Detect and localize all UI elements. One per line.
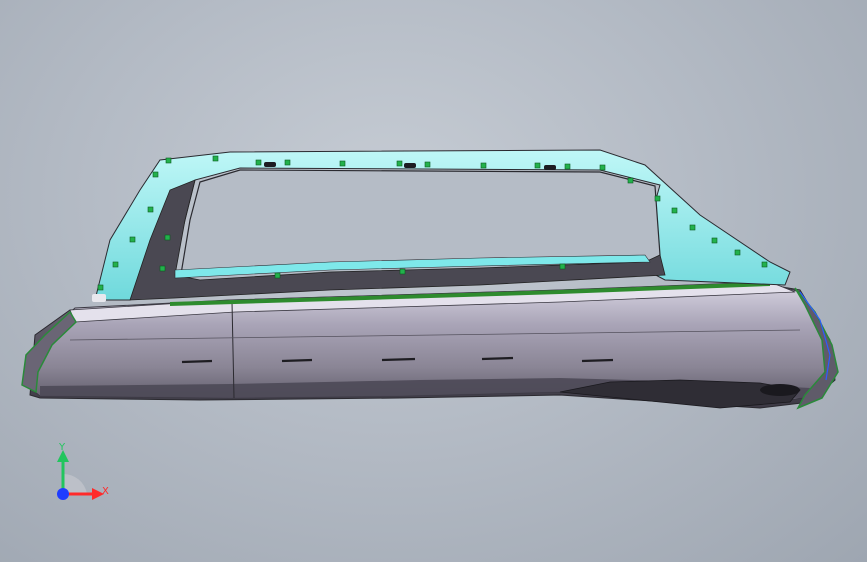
axis-triad-icon <box>57 450 104 500</box>
cad-viewport[interactable]: Y X <box>0 0 867 562</box>
door-trim-model[interactable] <box>0 0 867 562</box>
x-axis-label: X <box>102 486 109 497</box>
axis-triad: Y X <box>40 436 120 516</box>
y-axis-label: Y <box>59 442 66 453</box>
